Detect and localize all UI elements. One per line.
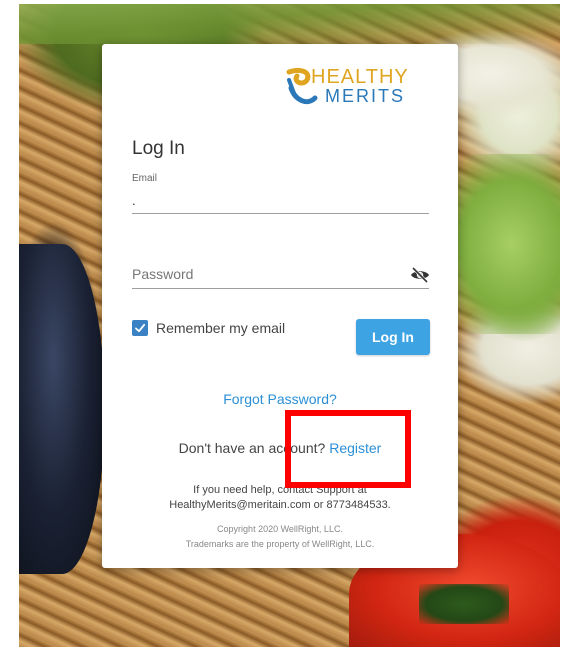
background-tomato-stem bbox=[419, 584, 509, 624]
remember-email-row: Remember my email bbox=[132, 320, 285, 336]
healthy-merits-logo: HEALTHY MERITS bbox=[285, 66, 425, 110]
forgot-password-link[interactable]: Forgot Password? bbox=[102, 391, 458, 407]
register-highlight-box bbox=[285, 410, 411, 488]
remember-email-label: Remember my email bbox=[156, 320, 286, 336]
email-label: Email bbox=[132, 173, 158, 184]
email-input[interactable] bbox=[132, 187, 429, 214]
remember-email-checkbox[interactable] bbox=[132, 320, 148, 336]
copyright-text: Copyright 2020 WellRight, LLC. bbox=[217, 524, 343, 534]
logo-text-merits: MERITS bbox=[325, 86, 406, 106]
eye-slash-icon[interactable] bbox=[410, 267, 430, 283]
checkmark-icon bbox=[135, 323, 146, 333]
trademark-text: Trademarks are the property of WellRight… bbox=[185, 539, 375, 549]
login-button[interactable]: Log In bbox=[356, 319, 430, 355]
background-celery bbox=[19, 4, 560, 44]
support-contact: HealthyMerits@meritain.com or 8773484533… bbox=[169, 499, 391, 511]
background-eggplant bbox=[19, 244, 105, 574]
login-card: HEALTHY MERITS Log In Email Remember my … bbox=[102, 44, 458, 568]
page-title: Log In bbox=[132, 138, 185, 159]
password-input[interactable] bbox=[132, 260, 429, 289]
